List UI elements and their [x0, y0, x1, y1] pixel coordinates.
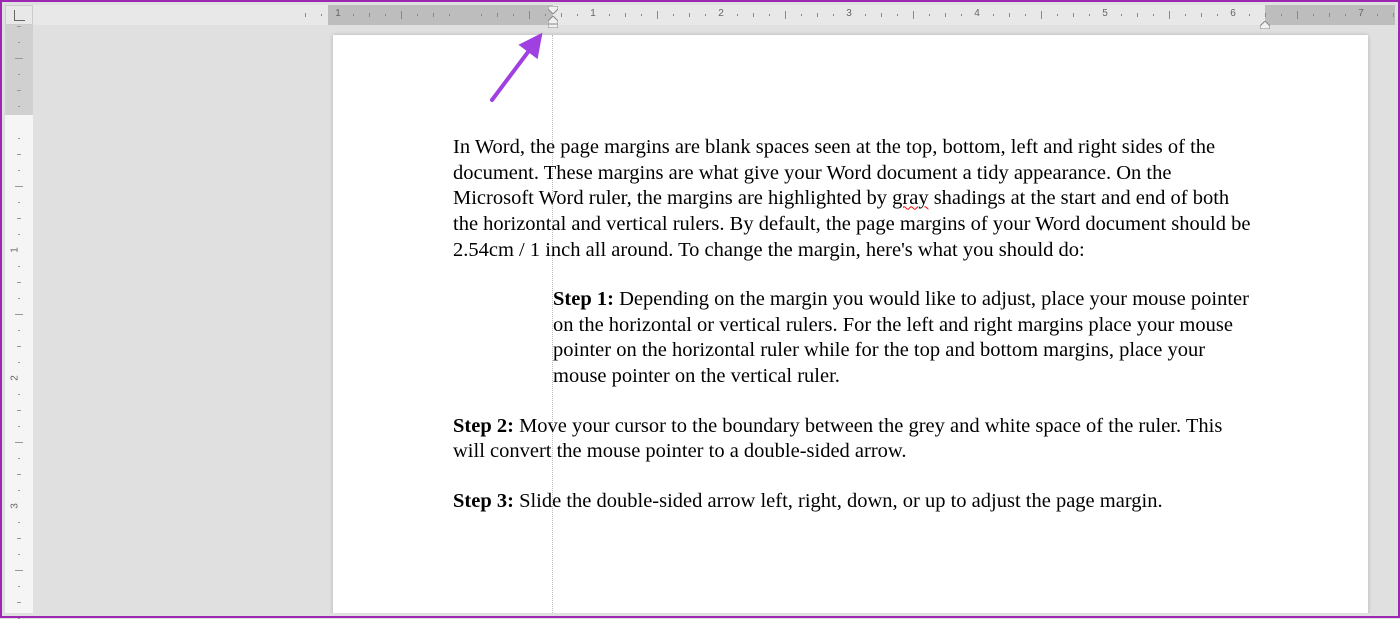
ruler-number: 3 — [846, 8, 852, 19]
h-ruler-ticks: 1 1 2 3 4 5 6 7 — [33, 5, 1395, 25]
document-area[interactable]: In Word, the page margins are blank spac… — [33, 25, 1395, 613]
ruler-number: 3 — [9, 503, 20, 509]
ruler-number: 7 — [1358, 8, 1364, 19]
text: Depending on the margin you would like t… — [553, 288, 1249, 387]
ruler-number: 5 — [1102, 8, 1108, 19]
text: Move your cursor to the boundary between… — [453, 415, 1222, 463]
document-page[interactable]: In Word, the page margins are blank spac… — [333, 35, 1368, 613]
ruler-corner[interactable] — [5, 5, 33, 25]
step2-paragraph[interactable]: Step 2: Move your cursor to the boundary… — [453, 414, 1253, 465]
ruler-number: 6 — [1230, 8, 1236, 19]
ruler-number: 4 — [974, 8, 980, 19]
spellcheck-squiggle[interactable]: gray — [892, 187, 928, 209]
ruler-number: 1 — [590, 8, 596, 19]
ruler-number: 2 — [9, 375, 20, 381]
vertical-ruler[interactable]: 1 2 3 — [5, 25, 33, 613]
intro-paragraph[interactable]: In Word, the page margins are blank spac… — [453, 135, 1253, 263]
left-indent-marker-icon[interactable] — [548, 16, 558, 26]
ruler-number: 1 — [9, 247, 20, 253]
step-label: Step 3: — [453, 490, 514, 512]
step-label: Step 2: — [453, 415, 514, 437]
horizontal-ruler[interactable]: 1 1 2 3 4 5 6 7 — [33, 5, 1395, 25]
step3-paragraph[interactable]: Step 3: Slide the double-sided arrow lef… — [453, 489, 1253, 515]
step1-paragraph[interactable]: Step 1: Depending on the margin you woul… — [553, 287, 1253, 390]
text: Slide the double-sided arrow left, right… — [514, 490, 1163, 512]
v-ruler-top-margin[interactable] — [5, 25, 33, 115]
document-content[interactable]: In Word, the page margins are blank spac… — [453, 135, 1253, 539]
ruler-number: 1 — [335, 8, 341, 19]
first-line-indent-marker-icon[interactable] — [548, 6, 558, 14]
ruler-number: 2 — [718, 8, 724, 19]
step-label: Step 1: — [553, 288, 614, 310]
right-indent-marker-icon[interactable] — [1260, 16, 1270, 24]
